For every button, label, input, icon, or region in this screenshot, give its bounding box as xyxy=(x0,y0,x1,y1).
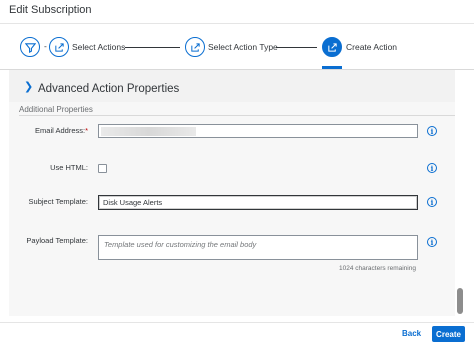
wizard-step-3[interactable] xyxy=(185,37,205,57)
subject-template-input[interactable]: Disk Usage Alerts xyxy=(98,195,418,210)
info-icon[interactable]: i xyxy=(427,163,437,173)
subject-template-value: Disk Usage Alerts xyxy=(103,198,163,207)
filter-icon xyxy=(24,42,36,53)
info-icon[interactable]: i xyxy=(427,197,437,207)
payload-template-textarea[interactable]: Template used for customizing the email … xyxy=(98,235,418,260)
section-divider xyxy=(19,115,455,116)
payload-placeholder: Template used for customizing the email … xyxy=(104,240,257,249)
wizard-step-4-label: Create Action xyxy=(346,42,398,52)
advanced-properties-panel-header[interactable]: ❯ Advanced Action Properties xyxy=(9,70,455,102)
wizard-connector xyxy=(125,47,180,48)
wizard-step-4[interactable] xyxy=(322,37,342,57)
email-label: Email Address:* xyxy=(35,126,88,135)
wizard-separator: - xyxy=(44,41,47,51)
wizard-step-1[interactable] xyxy=(20,37,40,57)
info-icon[interactable]: i xyxy=(427,126,437,136)
dialog-footer: Back Create xyxy=(0,322,474,346)
chevron-right-icon[interactable]: ❯ xyxy=(24,80,33,93)
required-asterisk: * xyxy=(85,126,88,135)
wizard-step-2[interactable] xyxy=(49,37,69,57)
email-field[interactable] xyxy=(98,124,418,138)
dialog-title: Edit Subscription xyxy=(9,4,92,16)
dialog-header: Edit Subscription xyxy=(0,0,474,24)
share-icon xyxy=(190,42,200,52)
active-step-indicator xyxy=(322,66,342,69)
wizard-step-3-label: Select Action Type xyxy=(208,42,278,52)
character-counter: 1024 characters remaining xyxy=(339,265,416,272)
use-html-checkbox[interactable] xyxy=(98,164,107,173)
share-icon xyxy=(54,42,64,52)
redacted-email xyxy=(101,127,196,136)
use-html-label: Use HTML: xyxy=(50,163,88,172)
wizard-connector xyxy=(276,47,317,48)
share-icon xyxy=(327,42,337,52)
scrollbar-thumb[interactable] xyxy=(457,288,463,314)
info-icon[interactable]: i xyxy=(427,237,437,247)
back-button[interactable]: Back xyxy=(402,329,421,338)
scrollbar-track[interactable] xyxy=(455,70,465,316)
section-title: Additional Properties xyxy=(19,105,93,114)
payload-template-label: Payload Template: xyxy=(26,236,88,245)
panel-title: Advanced Action Properties xyxy=(38,83,180,95)
form-content: ❯ Advanced Action Properties Additional … xyxy=(9,70,455,316)
wizard-step-2-label: Select Actions xyxy=(72,42,126,52)
create-button[interactable]: Create xyxy=(432,326,465,342)
subject-template-label: Subject Template: xyxy=(28,197,88,206)
